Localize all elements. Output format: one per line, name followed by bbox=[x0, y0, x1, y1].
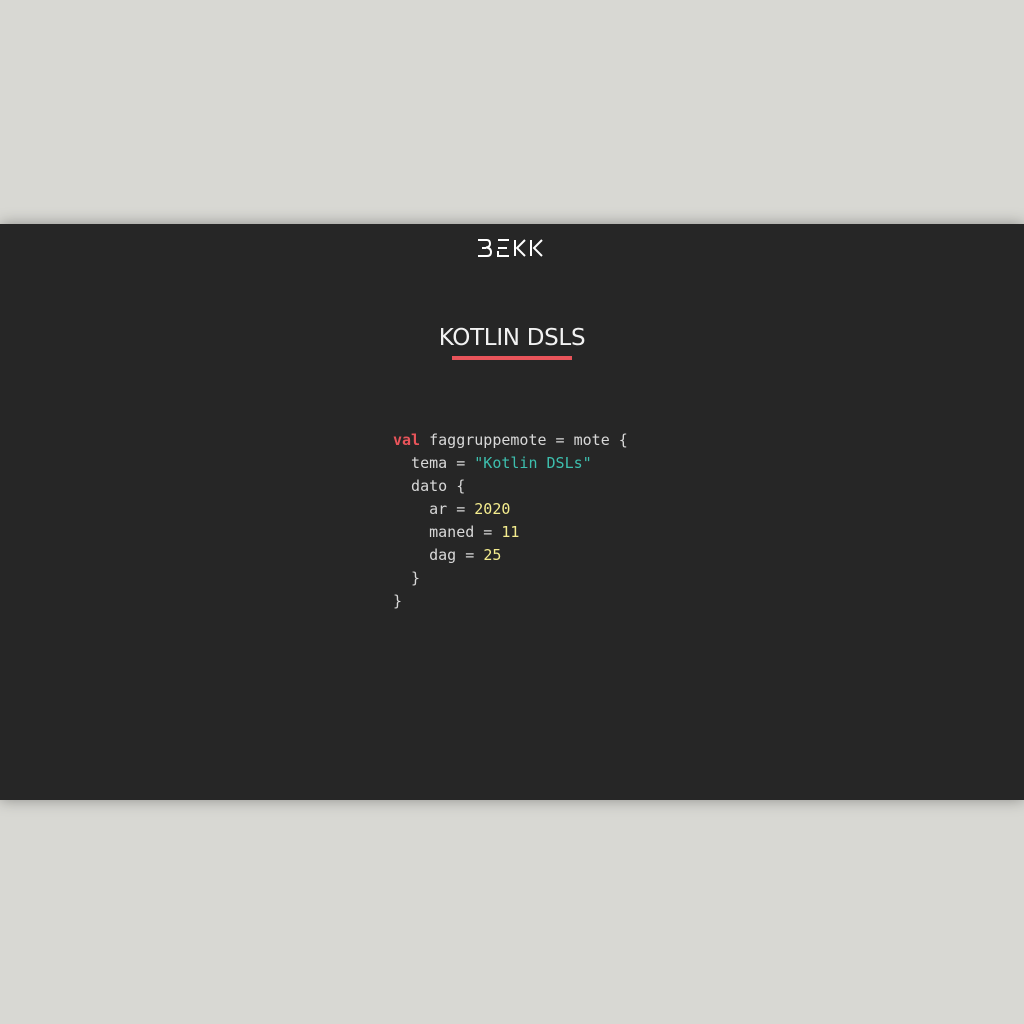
slide-title: KOTLIN DSLS bbox=[438, 325, 586, 351]
title-underline bbox=[452, 356, 572, 360]
code-text: dag = bbox=[393, 546, 484, 564]
code-number: 11 bbox=[501, 523, 520, 541]
code-keyword: val bbox=[393, 431, 421, 449]
code-string: "Kotlin DSLs" bbox=[474, 454, 592, 472]
code-line-8: } bbox=[393, 592, 403, 610]
bekk-logo-icon bbox=[478, 239, 543, 257]
code-number: 2020 bbox=[474, 500, 511, 518]
code-line-7: } bbox=[393, 569, 421, 587]
code-text: maned = bbox=[393, 523, 502, 541]
code-text: faggruppemote = mote { bbox=[420, 431, 628, 449]
code-text: tema = bbox=[393, 454, 475, 472]
code-number: 25 bbox=[483, 546, 502, 564]
code-line-4: ar = 2020 bbox=[393, 500, 510, 518]
code-line-1: val faggruppemote = mote { bbox=[393, 431, 628, 449]
bekk-logo bbox=[0, 236, 1024, 262]
code-line-6: dag = 25 bbox=[393, 546, 501, 564]
code-line-3: dato { bbox=[393, 477, 466, 495]
code-block: val faggruppemote = mote { tema = "Kotli… bbox=[393, 429, 628, 613]
code-line-2: tema = "Kotlin DSLs" bbox=[393, 454, 592, 472]
code-line-5: maned = 11 bbox=[393, 523, 519, 541]
code-text: ar = bbox=[393, 500, 475, 518]
